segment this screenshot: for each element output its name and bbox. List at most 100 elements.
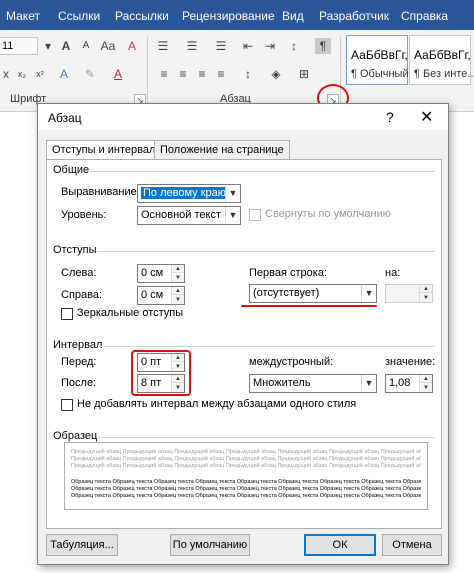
section-indents: Отступы xyxy=(53,244,97,256)
preview-prev-line: Предыдущий абзац Предыдущий абзац Предыд… xyxy=(71,463,421,469)
align-right-icon[interactable]: ≡ xyxy=(194,66,210,82)
text-effects-icon[interactable]: A xyxy=(56,66,72,82)
numbering-icon[interactable]: ☰ xyxy=(184,38,200,54)
line-spacing-icon[interactable]: ↕ xyxy=(240,66,256,82)
style-sample: АаБбВвГг, xyxy=(351,48,408,62)
justify-icon[interactable]: ≡ xyxy=(213,66,229,82)
decrease-indent-icon[interactable]: ⇤ xyxy=(240,38,256,54)
ribbon-tab-help[interactable]: Справка xyxy=(401,9,448,23)
ribbon: 11 ▾ A A Aa A x x₂ x² A ✎ A Шрифт ↘ ☰ ☰ … xyxy=(0,30,474,112)
line-spacing-value: Множитель xyxy=(253,377,311,389)
spin-down-icon[interactable]: ▼ xyxy=(172,274,184,282)
collapsed-label: Свернуты по умолчанию xyxy=(265,208,391,220)
collapsed-checkbox[interactable] xyxy=(249,209,261,221)
ribbon-tab-developer[interactable]: Разработчик xyxy=(319,9,389,23)
level-select[interactable]: Основной текст ▼ xyxy=(137,206,241,225)
section-divider xyxy=(89,171,435,172)
no-space-checkbox[interactable] xyxy=(61,399,73,411)
spin-down-icon[interactable]: ▼ xyxy=(420,384,432,392)
sort-icon[interactable]: ↕ xyxy=(286,38,302,54)
section-preview: Образец xyxy=(53,430,98,442)
font-color-icon[interactable]: A xyxy=(110,66,126,82)
by-label: на: xyxy=(385,267,401,279)
ribbon-tab-mailings[interactable]: Рассылки xyxy=(115,9,169,23)
section-divider xyxy=(99,437,435,438)
shading-icon[interactable]: ◈ xyxy=(268,66,284,82)
preview-sample-line: Образец текста Образец текста Образец те… xyxy=(71,486,421,492)
increase-indent-icon[interactable]: ⇥ xyxy=(262,38,278,54)
spacing-value-field[interactable]: 1,08 ▲ ▼ xyxy=(385,374,433,393)
change-case-icon[interactable]: Aa xyxy=(100,38,116,54)
bullets-icon[interactable]: ☰ xyxy=(155,38,171,54)
spin-up-icon[interactable]: ▲ xyxy=(420,285,432,293)
close-icon[interactable]: ✕ xyxy=(420,107,433,127)
preview-box: Предыдущий абзац Предыдущий абзац Предыд… xyxy=(64,442,428,510)
chevron-down-icon: ▼ xyxy=(361,375,376,392)
style-normal[interactable]: АаБбВвГг, ¶ Обычный xyxy=(346,35,409,85)
indent-right-value: 0 см xyxy=(141,289,164,301)
tabs-button[interactable]: Табуляция... xyxy=(46,534,118,556)
spin-up-icon[interactable]: ▲ xyxy=(172,287,184,295)
paragraph-dialog: Абзац ? ✕ Отступы и интервалы Положение … xyxy=(37,103,449,565)
chevron-down-icon: ▼ xyxy=(225,207,240,224)
level-label: Уровень: xyxy=(61,209,107,221)
set-default-button[interactable]: По умолчанию xyxy=(170,534,250,556)
dialog-title: Абзац xyxy=(48,111,82,125)
spin-down-icon[interactable]: ▼ xyxy=(172,296,184,304)
tab-indents-spacing[interactable]: Отступы и интервалы xyxy=(46,140,170,161)
clear-format-icon[interactable]: A xyxy=(124,38,140,54)
borders-icon[interactable]: ⊞ xyxy=(296,66,312,82)
by-field[interactable]: ▲ ▼ xyxy=(385,284,433,303)
style-name: ¶ Без инте... xyxy=(414,68,474,80)
highlight-icon[interactable]: ✎ xyxy=(82,66,98,82)
indent-left-label: Слева: xyxy=(61,267,97,279)
level-value: Основной текст xyxy=(141,209,221,221)
spacing-value: 1,08 xyxy=(389,377,411,389)
align-center-icon[interactable]: ≡ xyxy=(175,66,191,82)
spin-down-icon[interactable]: ▼ xyxy=(420,294,432,302)
first-line-value: (отсутствует) xyxy=(253,287,320,299)
subscript-icon[interactable]: x₂ xyxy=(14,66,30,82)
cancel-button[interactable]: Отмена xyxy=(382,534,442,556)
tab-page-position[interactable]: Положение на странице xyxy=(154,140,290,160)
ribbon-tab-view[interactable]: Вид xyxy=(282,9,304,23)
show-marks-icon[interactable]: ¶ xyxy=(315,38,331,54)
ok-button[interactable]: ОК xyxy=(304,534,376,556)
indent-left-value: 0 см xyxy=(141,267,164,279)
mirror-indents-checkbox[interactable] xyxy=(61,308,73,320)
line-spacing-label: междустрочный: xyxy=(249,356,334,368)
indent-right-label: Справа: xyxy=(61,289,103,301)
section-general: Общие xyxy=(53,164,90,176)
spin-up-icon[interactable]: ▲ xyxy=(172,265,184,273)
indent-left-field[interactable]: 0 см ▲ ▼ xyxy=(137,264,185,283)
font-size-combo[interactable]: 11 xyxy=(0,37,38,55)
help-icon[interactable]: ? xyxy=(386,109,394,125)
alignment-select[interactable]: По левому краю ▼ xyxy=(137,184,241,203)
first-line-select[interactable]: (отсутствует) ▼ xyxy=(249,284,377,303)
grow-font-icon[interactable]: A xyxy=(58,38,74,54)
annotation-underline xyxy=(241,305,377,307)
ribbon-tab-references[interactable]: Ссылки xyxy=(58,9,100,23)
ribbon-tab-review[interactable]: Рецензирование xyxy=(182,9,275,23)
preview-sample-line: Образец текста Образец текста Образец те… xyxy=(71,493,421,499)
style-no-spacing[interactable]: АаБбВвГг, ¶ Без инте... xyxy=(409,35,474,85)
multilevel-list-icon[interactable]: ☰ xyxy=(213,38,229,54)
annotation-highlight xyxy=(131,350,191,396)
strikethrough-icon[interactable]: x xyxy=(0,66,14,82)
chevron-down-icon[interactable]: ▾ xyxy=(40,38,56,54)
ribbon-tab-layout[interactable]: Макет xyxy=(6,9,40,23)
no-space-label: Не добавлять интервал между абзацами одн… xyxy=(77,398,357,410)
shrink-font-icon[interactable]: A xyxy=(78,38,94,54)
align-left-icon[interactable]: ≡ xyxy=(156,66,172,82)
section-divider xyxy=(99,346,435,347)
spacing-value-label: значение: xyxy=(385,356,436,368)
indent-right-field[interactable]: 0 см ▲ ▼ xyxy=(137,286,185,305)
superscript-icon[interactable]: x² xyxy=(32,66,48,82)
style-name: ¶ Обычный xyxy=(351,68,409,80)
line-spacing-select[interactable]: Множитель ▼ xyxy=(249,374,377,393)
preview-sample-line: Образец текста Образец текста Образец те… xyxy=(71,479,421,485)
chevron-down-icon: ▼ xyxy=(361,285,376,302)
first-line-label: Первая строка: xyxy=(249,267,327,279)
spin-up-icon[interactable]: ▲ xyxy=(420,375,432,383)
spacing-after-label: После: xyxy=(61,377,97,389)
